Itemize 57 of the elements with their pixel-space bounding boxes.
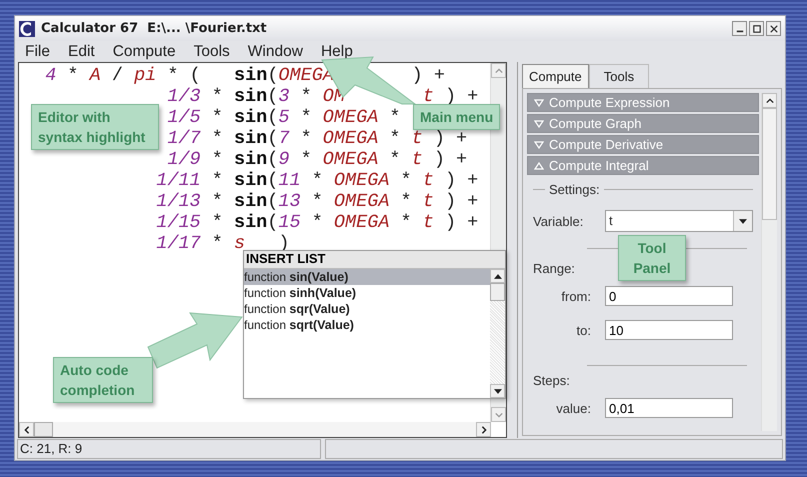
maximize-icon — [752, 24, 760, 32]
panel-tab[interactable]: Tools — [588, 64, 650, 88]
maximize-button[interactable] — [749, 21, 764, 36]
completion-item[interactable]: function sqrt(Value) — [244, 317, 490, 333]
completion-item[interactable]: function sin(Value) — [244, 269, 490, 285]
section-label: Steps: — [533, 373, 570, 388]
dropdown-arrow-icon — [739, 218, 747, 224]
callout-label: Editor with syntax highlight — [31, 104, 159, 150]
scroll-thumb[interactable] — [34, 422, 53, 437]
scroll-up-icon[interactable] — [766, 96, 774, 104]
scroll-right-icon[interactable] — [480, 426, 488, 434]
minimize-button[interactable] — [732, 21, 747, 36]
window-title: Calculator 67 E:\... \Fourier.txt — [41, 21, 268, 36]
menu-item[interactable]: Window — [248, 42, 303, 60]
input-field[interactable]: 10 — [605, 320, 733, 340]
input-field[interactable]: 0,01 — [605, 398, 733, 418]
cursor-position: C: 21, R: 9 — [17, 439, 321, 459]
popup-title: INSERT LIST — [244, 251, 505, 269]
code-line: 1/11 * sin(11 * OMEGA * t ) + — [156, 170, 478, 191]
app-logo-icon — [19, 20, 35, 36]
code-line: 1/13 * sin(13 * OMEGA * t ) + — [156, 191, 478, 212]
menu-item[interactable]: Compute — [112, 42, 176, 60]
menu-item[interactable]: Tools — [194, 42, 230, 60]
horizontal-scrollbar[interactable] — [19, 422, 492, 437]
vertical-scrollbar[interactable] — [761, 93, 777, 431]
expand-icon — [534, 120, 544, 128]
menu-item[interactable]: File — [25, 42, 50, 60]
callout-label: Auto code completion — [53, 357, 153, 403]
code-line: 1/9 * sin(9 * OMEGA * t ) + — [167, 149, 468, 170]
field-label: Variable: — [533, 214, 584, 228]
close-button[interactable] — [766, 21, 781, 36]
code-line: 1/7 * sin(7 * OMEGA * t ) + — [167, 128, 468, 149]
code-line: 1/5 * sin(5 * OMEGA * — [167, 107, 401, 128]
close-icon — [770, 24, 778, 32]
list-scrollbar[interactable] — [490, 269, 505, 398]
field-label: to: — [576, 322, 592, 338]
panel-tab[interactable]: Compute — [522, 64, 589, 88]
scroll-thumb[interactable] — [490, 283, 505, 301]
field-label: from: — [560, 288, 592, 304]
variable-dropdown[interactable]: t — [605, 210, 753, 232]
menu-item[interactable]: Edit — [68, 42, 95, 60]
completion-item[interactable]: function sinh(Value) — [244, 285, 490, 301]
scroll-down-icon[interactable] — [494, 388, 502, 394]
expand-icon — [534, 140, 544, 148]
scroll-left-icon[interactable] — [22, 426, 30, 434]
menu-item[interactable]: Help — [320, 42, 353, 60]
callout-label: Main menu — [413, 104, 500, 130]
collapse-icon — [534, 162, 544, 170]
expand-icon — [534, 98, 544, 106]
code-line: 1/15 * sin(15 * OMEGA * t ) + — [156, 212, 478, 233]
group-label: Settings: — [549, 182, 600, 196]
input-field[interactable]: 0 — [605, 286, 733, 306]
field-label: value: — [555, 400, 592, 416]
section-label: Range: — [533, 261, 575, 276]
completion-item[interactable]: function sqr(Value) — [244, 301, 490, 317]
scroll-up-icon[interactable] — [494, 274, 502, 278]
callout-label: Tool Panel — [618, 235, 686, 281]
